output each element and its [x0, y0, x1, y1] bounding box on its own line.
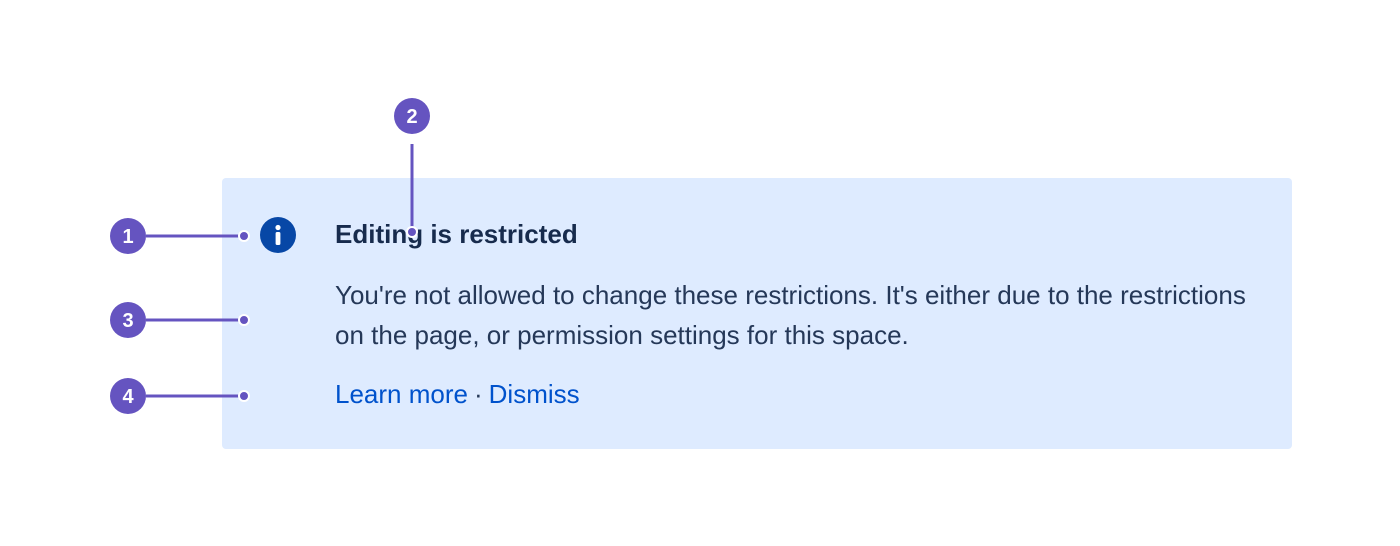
flag-title: Editing is restricted — [335, 219, 578, 249]
action-separator: · — [473, 379, 483, 409]
dismiss-link[interactable]: Dismiss — [489, 379, 580, 409]
annotation-number-4: 4 — [122, 386, 134, 408]
info-icon — [260, 217, 296, 253]
flag-description: You're not allowed to change these restr… — [335, 280, 1246, 350]
annotation-number-1: 1 — [122, 226, 133, 248]
diagram-stage: Editing is restricted You're not allowed… — [0, 0, 1400, 546]
learn-more-link[interactable]: Learn more — [335, 379, 468, 409]
annotation-number-3: 3 — [122, 310, 133, 332]
flag-actions: Learn more · Dismiss — [335, 376, 580, 412]
annotation-number-2: 2 — [406, 106, 417, 128]
